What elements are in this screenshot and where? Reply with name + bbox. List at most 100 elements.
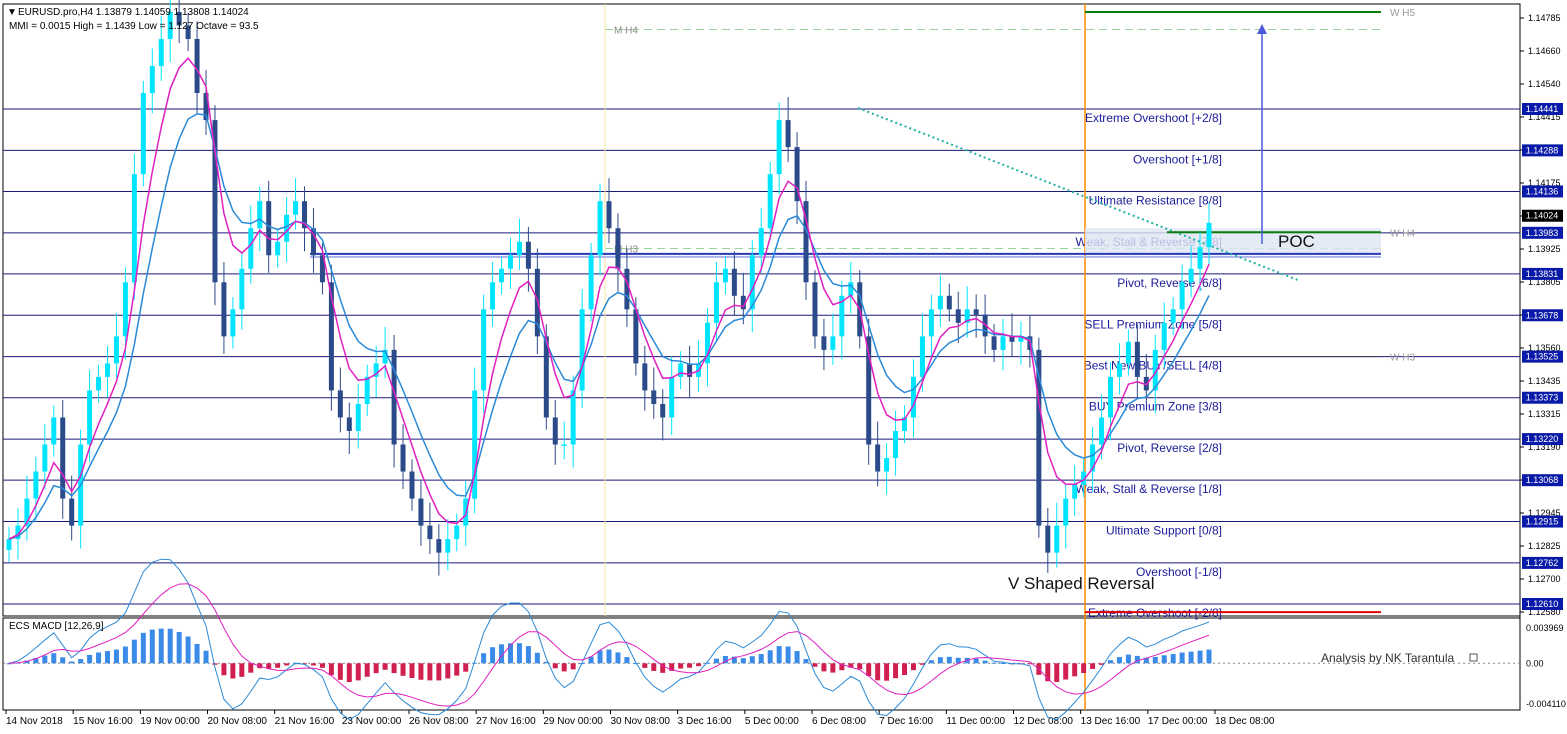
candle-body-72 — [651, 390, 657, 404]
candle-body-37 — [337, 390, 343, 418]
candle-body-81 — [731, 268, 737, 296]
macd-bar-35 — [319, 663, 325, 668]
candle-body-21 — [194, 38, 200, 94]
time-tick-label-7: 27 Nov 16:00 — [476, 716, 536, 727]
macd-bar-96 — [866, 663, 872, 676]
macd-bar-36 — [328, 663, 334, 676]
macd-bar-54 — [490, 647, 496, 664]
candle-body-90 — [812, 282, 818, 337]
macd-bar-46 — [418, 663, 424, 680]
price-tick-label-0: 1.14785 — [1528, 13, 1561, 23]
macd-bar-40 — [364, 663, 370, 677]
macd-bar-20 — [185, 636, 191, 664]
candle-body-6 — [60, 417, 66, 499]
candle-body-17 — [158, 38, 164, 67]
macd-bar-111 — [1000, 662, 1006, 664]
price-tick-label-11: 1.13435 — [1528, 376, 1561, 386]
macd-bar-76 — [687, 663, 693, 668]
price-tag-label-1.13068: 1.13068 — [1526, 475, 1559, 485]
candle-body-130 — [1170, 309, 1176, 323]
candle-body-117 — [1054, 525, 1060, 553]
macd-bar-50 — [454, 663, 460, 676]
macd-bar-105 — [946, 656, 952, 664]
time-tick-label-11: 5 Dec 00:00 — [745, 716, 799, 727]
candle-body-58 — [525, 241, 531, 269]
murrey-label-pivot-reverse-6-8: Pivot, Reverse [6/8] — [1117, 276, 1222, 290]
macd-bar-134 — [1206, 649, 1212, 664]
macd-bar-21 — [194, 643, 200, 664]
macd-bar-117 — [1054, 663, 1060, 682]
candle-body-87 — [785, 120, 791, 148]
candle-body-5 — [51, 417, 57, 445]
macd-bar-38 — [346, 663, 352, 683]
candle-body-28 — [257, 201, 263, 229]
candle-body-56 — [507, 255, 513, 269]
macd-bar-15 — [140, 632, 146, 664]
credit-label: Analysis by NK Tarantula — [1321, 651, 1455, 665]
time-tick-label-0: 14 Nov 2018 — [6, 716, 63, 727]
price-tick-label-2: 1.14540 — [1528, 79, 1561, 89]
macd-bar-26 — [239, 663, 245, 677]
poc-label: POC — [1278, 232, 1315, 251]
macd-bar-17 — [158, 628, 164, 664]
candle-body-65 — [588, 255, 594, 310]
macd-bar-48 — [436, 663, 442, 681]
candle-body-111 — [1000, 336, 1006, 350]
chart-header-indicator: MMI = 0.0015 High = 1.1439 Low = 1.127 O… — [9, 21, 259, 32]
price-tag-label-1.13678: 1.13678 — [1526, 310, 1559, 320]
candle-body-75 — [678, 363, 684, 377]
weekly-label-w-h5: W H5 — [1390, 8, 1415, 19]
candle-body-32 — [293, 201, 299, 215]
candle-body-73 — [660, 403, 666, 418]
chart-header-arrow[interactable]: ▼ — [7, 7, 17, 18]
candle-body-38 — [346, 417, 352, 431]
macd-bar-18 — [167, 628, 173, 664]
weekly-label-w-h3: W H3 — [1390, 353, 1415, 364]
candle-body-102 — [919, 336, 925, 377]
time-tick-label-13: 7 Dec 16:00 — [879, 716, 933, 727]
murrey-label-ultimate-resistance-8-8: Ultimate Resistance [8/8] — [1089, 193, 1222, 207]
macd-bar-56 — [507, 643, 513, 664]
price-tick-label-12: 1.13315 — [1528, 409, 1561, 419]
candle-body-94 — [848, 282, 854, 296]
macd-tick-label-0: 0.003969 — [1526, 623, 1564, 633]
macd-bar-27 — [248, 663, 254, 673]
macd-title: ECS MACD [12,26,9] — [9, 621, 104, 632]
macd-bar-42 — [382, 663, 388, 670]
macd-bar-63 — [570, 663, 576, 670]
price-tick-label-7: 1.13925 — [1528, 244, 1561, 254]
time-tick-label-8: 29 Nov 00:00 — [543, 716, 603, 727]
macd-tick-label-1: 0.00 — [1526, 658, 1544, 668]
candle-body-47 — [427, 525, 433, 540]
candle-body-26 — [239, 268, 245, 310]
price-tag-label-1.14136: 1.14136 — [1526, 186, 1559, 196]
macd-bar-130 — [1170, 654, 1176, 664]
candle-body-67 — [606, 201, 612, 229]
candle-body-13 — [122, 282, 128, 337]
candle-body-74 — [669, 376, 675, 418]
macd-bar-30 — [275, 663, 281, 668]
candle-body-29 — [266, 201, 272, 256]
candle-body-104 — [937, 295, 943, 310]
macd-bar-82 — [740, 658, 746, 664]
time-tick-label-5: 23 Nov 00:00 — [342, 716, 402, 727]
trading-chart[interactable]: M H4M H3 Extreme Overshoot [+2/8]Oversho… — [0, 0, 1567, 734]
candle-body-106 — [955, 309, 961, 323]
candle-body-10 — [96, 376, 102, 391]
macd-bar-24 — [221, 663, 227, 676]
macd-bar-75 — [678, 663, 684, 669]
macd-bar-13 — [122, 646, 128, 664]
macd-bar-108 — [973, 658, 979, 664]
macd-bar-85 — [767, 650, 773, 664]
macd-bar-69 — [624, 657, 630, 664]
weekly-label-w-h4: W H4 — [1390, 228, 1415, 239]
candle-body-110 — [991, 336, 997, 350]
macd-bar-92 — [830, 663, 836, 673]
macd-bar-128 — [1152, 656, 1158, 664]
candle-body-97 — [875, 444, 881, 472]
candle-body-118 — [1063, 498, 1069, 526]
macd-bar-99 — [893, 663, 899, 679]
credit-box: Analysis by NK Tarantula — [1321, 651, 1478, 665]
murrey-label-weak-stall-reverse-1-8: Weak, Stall & Reverse [1/8] — [1075, 482, 1222, 496]
macd-bar-133 — [1197, 650, 1203, 664]
